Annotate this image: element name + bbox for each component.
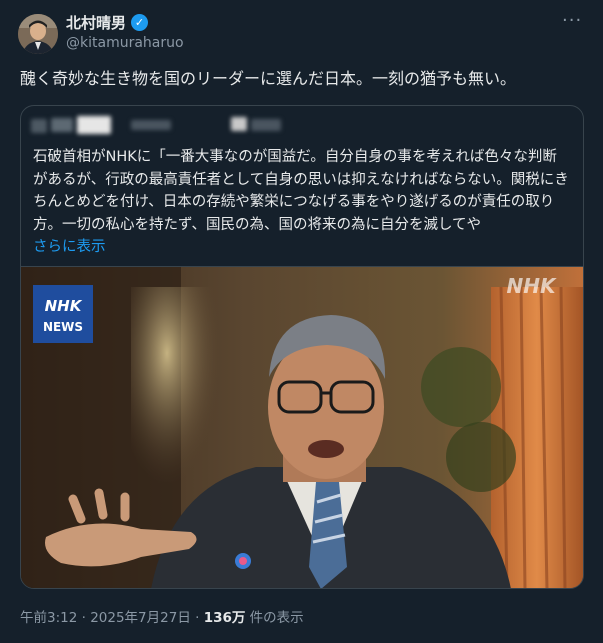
author-handle[interactable]: @kitamuraharuo: [66, 35, 184, 51]
tweet-date[interactable]: 2025年7月27日: [90, 610, 191, 626]
quoted-tweet-text: 石破首相がNHKに「一番大事なのが国益だ。自分自身の事を考えれば色々な判断 があ…: [33, 146, 573, 259]
verified-badge-icon: ✓: [131, 14, 149, 31]
nhk-logo-bottom: NEWS: [43, 320, 83, 334]
quoted-tweet[interactable]: 石破首相がNHKに「一番大事なのが国益だ。自分自身の事を考えれば色々な判断 があ…: [20, 105, 584, 589]
author-avatar[interactable]: [18, 14, 58, 54]
quoted-text-line: があるが、行政の最高責任者として自身の思いは抑えなければならない。関税にき: [33, 171, 569, 188]
separator: ·: [77, 610, 91, 626]
quoted-text-line: 石破首相がNHKに「一番大事なのが国益だ。自分自身の事を考えれば色々な判断: [33, 149, 557, 165]
show-more-link[interactable]: さらに表示: [33, 236, 573, 259]
quoted-tweet-image[interactable]: NHK NEWS NHK: [21, 266, 583, 588]
quoted-tweet-header-redacted: [21, 106, 583, 142]
tweet-time[interactable]: 午前3:12: [20, 610, 77, 626]
nhk-watermark: NHK: [507, 274, 557, 298]
nhk-logo-top: NHK: [45, 297, 83, 315]
view-count: 136万: [203, 610, 246, 626]
separator: ·: [190, 610, 204, 626]
view-count-label: 件の表示: [245, 610, 304, 626]
quoted-text-line: 方。一切の私心を持たず、国民の為、国の将来の為に自分を滅してや: [33, 216, 482, 233]
tweet-meta: 午前3:12 · 2025年7月27日 · 136万 件の表示: [20, 606, 304, 626]
tweet-text: 醜く奇妙な生き物を国のリーダーに選んだ日本。一刻の猶予も無い。: [20, 69, 517, 88]
more-options-icon[interactable]: ···: [562, 10, 582, 31]
author-name[interactable]: 北村晴男: [66, 12, 126, 33]
author-name-row[interactable]: 北村晴男 ✓: [66, 12, 149, 33]
quoted-text-line: ちんとめどを付け、日本の存続や繁栄につなげる事をやり遂げるのが責任の取り: [33, 194, 555, 210]
